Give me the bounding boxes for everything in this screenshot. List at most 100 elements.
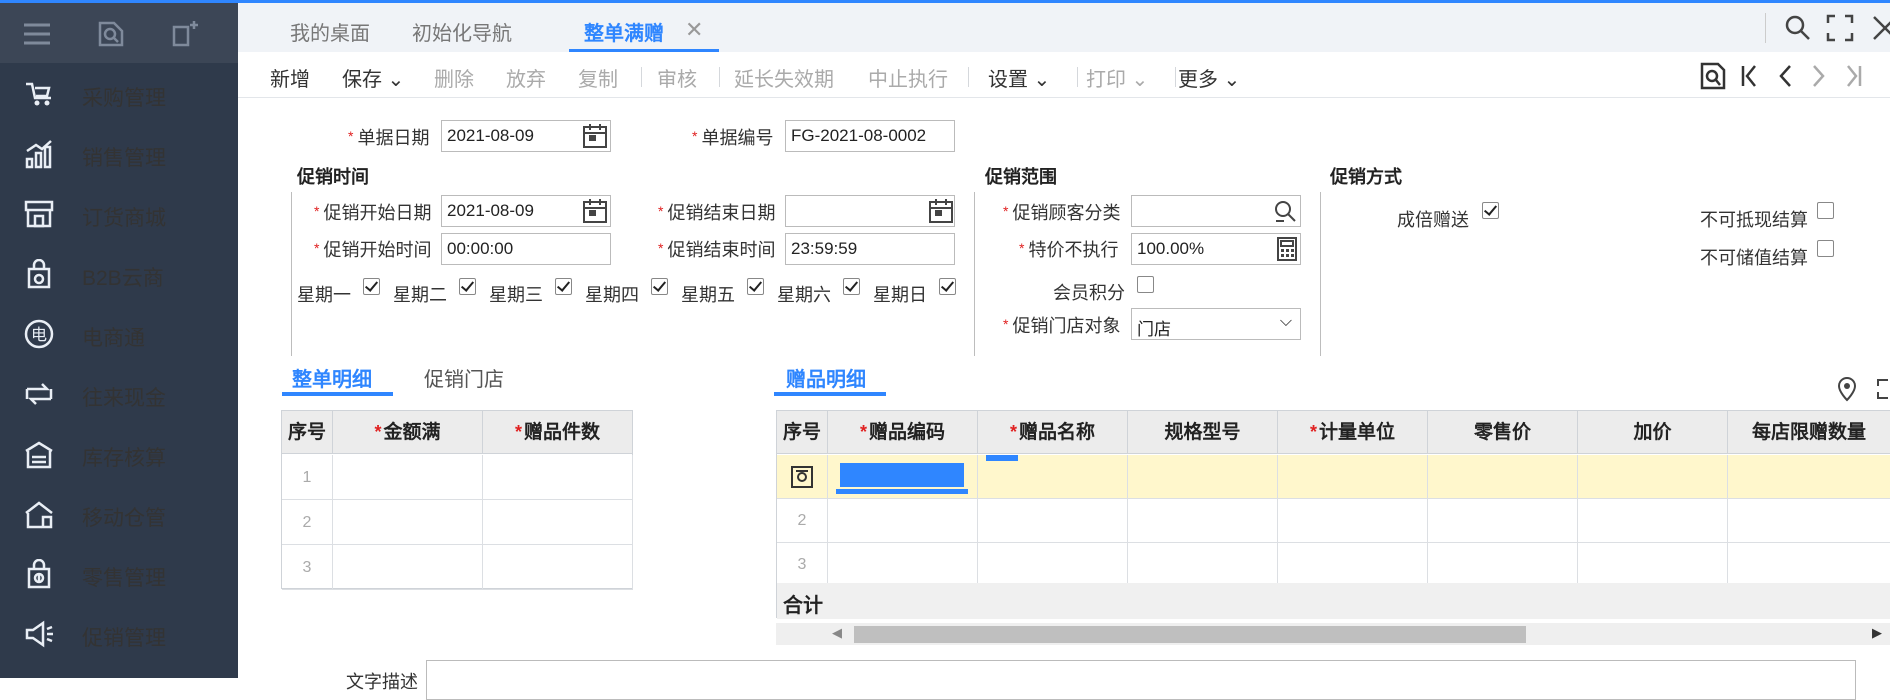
tab-my-desktop[interactable]: 我的桌面 bbox=[290, 17, 370, 46]
no-cash-offset-checkbox[interactable] bbox=[1817, 202, 1834, 219]
save-button[interactable]: 保存 ⌄ bbox=[342, 63, 404, 92]
grid-cell[interactable] bbox=[828, 455, 978, 499]
tab-gift-detail[interactable]: 赠品明细 bbox=[786, 363, 866, 392]
scroll-right-icon[interactable]: ▶ bbox=[1872, 625, 1882, 641]
grid-cell[interactable] bbox=[483, 455, 633, 500]
grid-cell[interactable] bbox=[1428, 499, 1578, 543]
print-button[interactable]: 打印 ⌄ bbox=[1086, 63, 1148, 92]
horizontal-scrollbar[interactable]: ◀ ▶ bbox=[776, 623, 1890, 645]
sidebar-item[interactable]: 订货商城 bbox=[0, 184, 238, 244]
settings-button[interactable]: 设置 ⌄ bbox=[988, 63, 1050, 92]
start-time-input[interactable] bbox=[441, 233, 611, 265]
sidebar-item[interactable]: 库存核算 bbox=[0, 424, 238, 484]
grid-cell[interactable] bbox=[483, 545, 633, 590]
multiple-gift-checkbox[interactable] bbox=[1482, 202, 1499, 219]
doc-no-input[interactable] bbox=[785, 120, 955, 152]
lookup-icon[interactable] bbox=[1272, 198, 1298, 224]
grid-cell[interactable] bbox=[978, 455, 1128, 499]
sidebar-item[interactable]: B2B云商 bbox=[0, 244, 238, 304]
grid-cell[interactable] bbox=[1278, 455, 1428, 499]
sidebar-item[interactable]: 往来现金 bbox=[0, 364, 238, 424]
grid-cell[interactable] bbox=[1128, 499, 1278, 543]
search-doc-icon[interactable] bbox=[96, 19, 126, 49]
grid-cell[interactable] bbox=[1428, 543, 1578, 587]
weekday-checkbox[interactable] bbox=[843, 278, 860, 295]
calendar-icon[interactable] bbox=[582, 123, 608, 149]
grid-cell[interactable] bbox=[1728, 455, 1890, 499]
scroll-thumb[interactable] bbox=[854, 626, 1526, 643]
weekday-checkbox[interactable] bbox=[747, 278, 764, 295]
first-record-icon[interactable] bbox=[1735, 61, 1765, 91]
weekday-checkbox[interactable] bbox=[459, 278, 476, 295]
search-icon[interactable] bbox=[1783, 13, 1813, 43]
tab-order-detail[interactable]: 整单明细 bbox=[292, 363, 372, 392]
copy-button[interactable]: 复制 bbox=[578, 63, 618, 92]
grid-cell[interactable] bbox=[1278, 499, 1428, 543]
weekday-checkbox[interactable] bbox=[555, 278, 572, 295]
grid-cell[interactable] bbox=[978, 499, 1128, 543]
prev-record-icon[interactable] bbox=[1770, 61, 1800, 91]
add-button[interactable]: 新增 bbox=[270, 63, 310, 92]
grid-cell[interactable] bbox=[978, 543, 1128, 587]
sidebar-item[interactable]: 移动仓管 bbox=[0, 484, 238, 544]
sidebar-item[interactable]: 电 电商通 bbox=[0, 304, 238, 364]
remark-input[interactable] bbox=[426, 660, 1856, 700]
grid-header: 加价 bbox=[1578, 411, 1728, 454]
extend-expiry-button[interactable]: 延长失效期 bbox=[734, 63, 834, 92]
no-stored-value-checkbox[interactable] bbox=[1817, 240, 1834, 257]
grid-cell[interactable] bbox=[333, 500, 483, 545]
grid-cell[interactable] bbox=[1578, 543, 1728, 587]
tab-whole-order-gift[interactable]: 整单满赠 bbox=[584, 17, 664, 46]
calendar-icon[interactable] bbox=[928, 198, 954, 224]
calculator-icon[interactable] bbox=[1274, 236, 1300, 262]
grid-cell[interactable] bbox=[1278, 543, 1428, 587]
inventory-icon bbox=[25, 441, 53, 469]
expand-icon[interactable] bbox=[1876, 376, 1890, 402]
stop-execution-button[interactable]: 中止执行 bbox=[868, 63, 948, 92]
end-time-input[interactable] bbox=[785, 233, 955, 265]
add-doc-icon[interactable] bbox=[170, 19, 200, 49]
start-time-label: * 促销开始时间 bbox=[314, 240, 432, 260]
sidebar-item[interactable]: 采购管理 bbox=[0, 64, 238, 124]
more-button[interactable]: 更多 ⌄ bbox=[1178, 63, 1240, 92]
weekday-checkbox[interactable] bbox=[939, 278, 956, 295]
gift-code-editor[interactable] bbox=[840, 463, 964, 487]
grid-cell[interactable] bbox=[483, 500, 633, 545]
sidebar-item[interactable]: 促销管理 bbox=[0, 604, 238, 664]
scroll-left-icon[interactable]: ◀ bbox=[832, 625, 842, 641]
grid-header: * 赠品编码 bbox=[828, 411, 978, 454]
grid-cell[interactable] bbox=[1128, 455, 1278, 499]
location-pin-icon[interactable] bbox=[1836, 376, 1858, 402]
sidebar-item[interactable]: 零售管理 bbox=[0, 544, 238, 604]
doc-search-icon[interactable] bbox=[1698, 61, 1728, 91]
discard-button[interactable]: 放弃 bbox=[506, 63, 546, 92]
weekday-checkbox[interactable] bbox=[363, 278, 380, 295]
tab-promo-stores[interactable]: 促销门店 bbox=[424, 363, 504, 392]
grid-cell[interactable] bbox=[1428, 455, 1578, 499]
grid-cell[interactable] bbox=[333, 455, 483, 500]
audit-button[interactable]: 审核 bbox=[657, 63, 697, 92]
weekday-label: 星期一 bbox=[297, 285, 351, 305]
row-settings-icon[interactable] bbox=[790, 465, 814, 489]
grid-cell[interactable] bbox=[1578, 499, 1728, 543]
grid-cell[interactable] bbox=[828, 499, 978, 543]
grid-cell[interactable] bbox=[1728, 499, 1890, 543]
grid-cell[interactable] bbox=[828, 543, 978, 587]
weekday-checkbox[interactable] bbox=[651, 278, 668, 295]
fullscreen-icon[interactable] bbox=[1825, 13, 1855, 43]
store-target-select[interactable]: 门店 ⌵ bbox=[1131, 308, 1301, 340]
grid-cell[interactable] bbox=[1578, 455, 1728, 499]
delete-button[interactable]: 删除 bbox=[434, 63, 474, 92]
menu-icon[interactable] bbox=[22, 19, 52, 49]
sidebar-item[interactable]: 销售管理 bbox=[0, 124, 238, 184]
calendar-icon[interactable] bbox=[582, 198, 608, 224]
tab-close-icon[interactable]: ✕ bbox=[685, 17, 703, 43]
tab-init-nav[interactable]: 初始化导航 bbox=[412, 17, 512, 46]
next-record-icon[interactable] bbox=[1804, 61, 1834, 91]
grid-cell[interactable] bbox=[333, 545, 483, 590]
member-points-checkbox[interactable] bbox=[1137, 276, 1154, 293]
grid-cell[interactable] bbox=[1728, 543, 1890, 587]
grid-cell[interactable] bbox=[1128, 543, 1278, 587]
last-record-icon[interactable] bbox=[1838, 61, 1868, 91]
close-icon[interactable] bbox=[1870, 13, 1890, 43]
